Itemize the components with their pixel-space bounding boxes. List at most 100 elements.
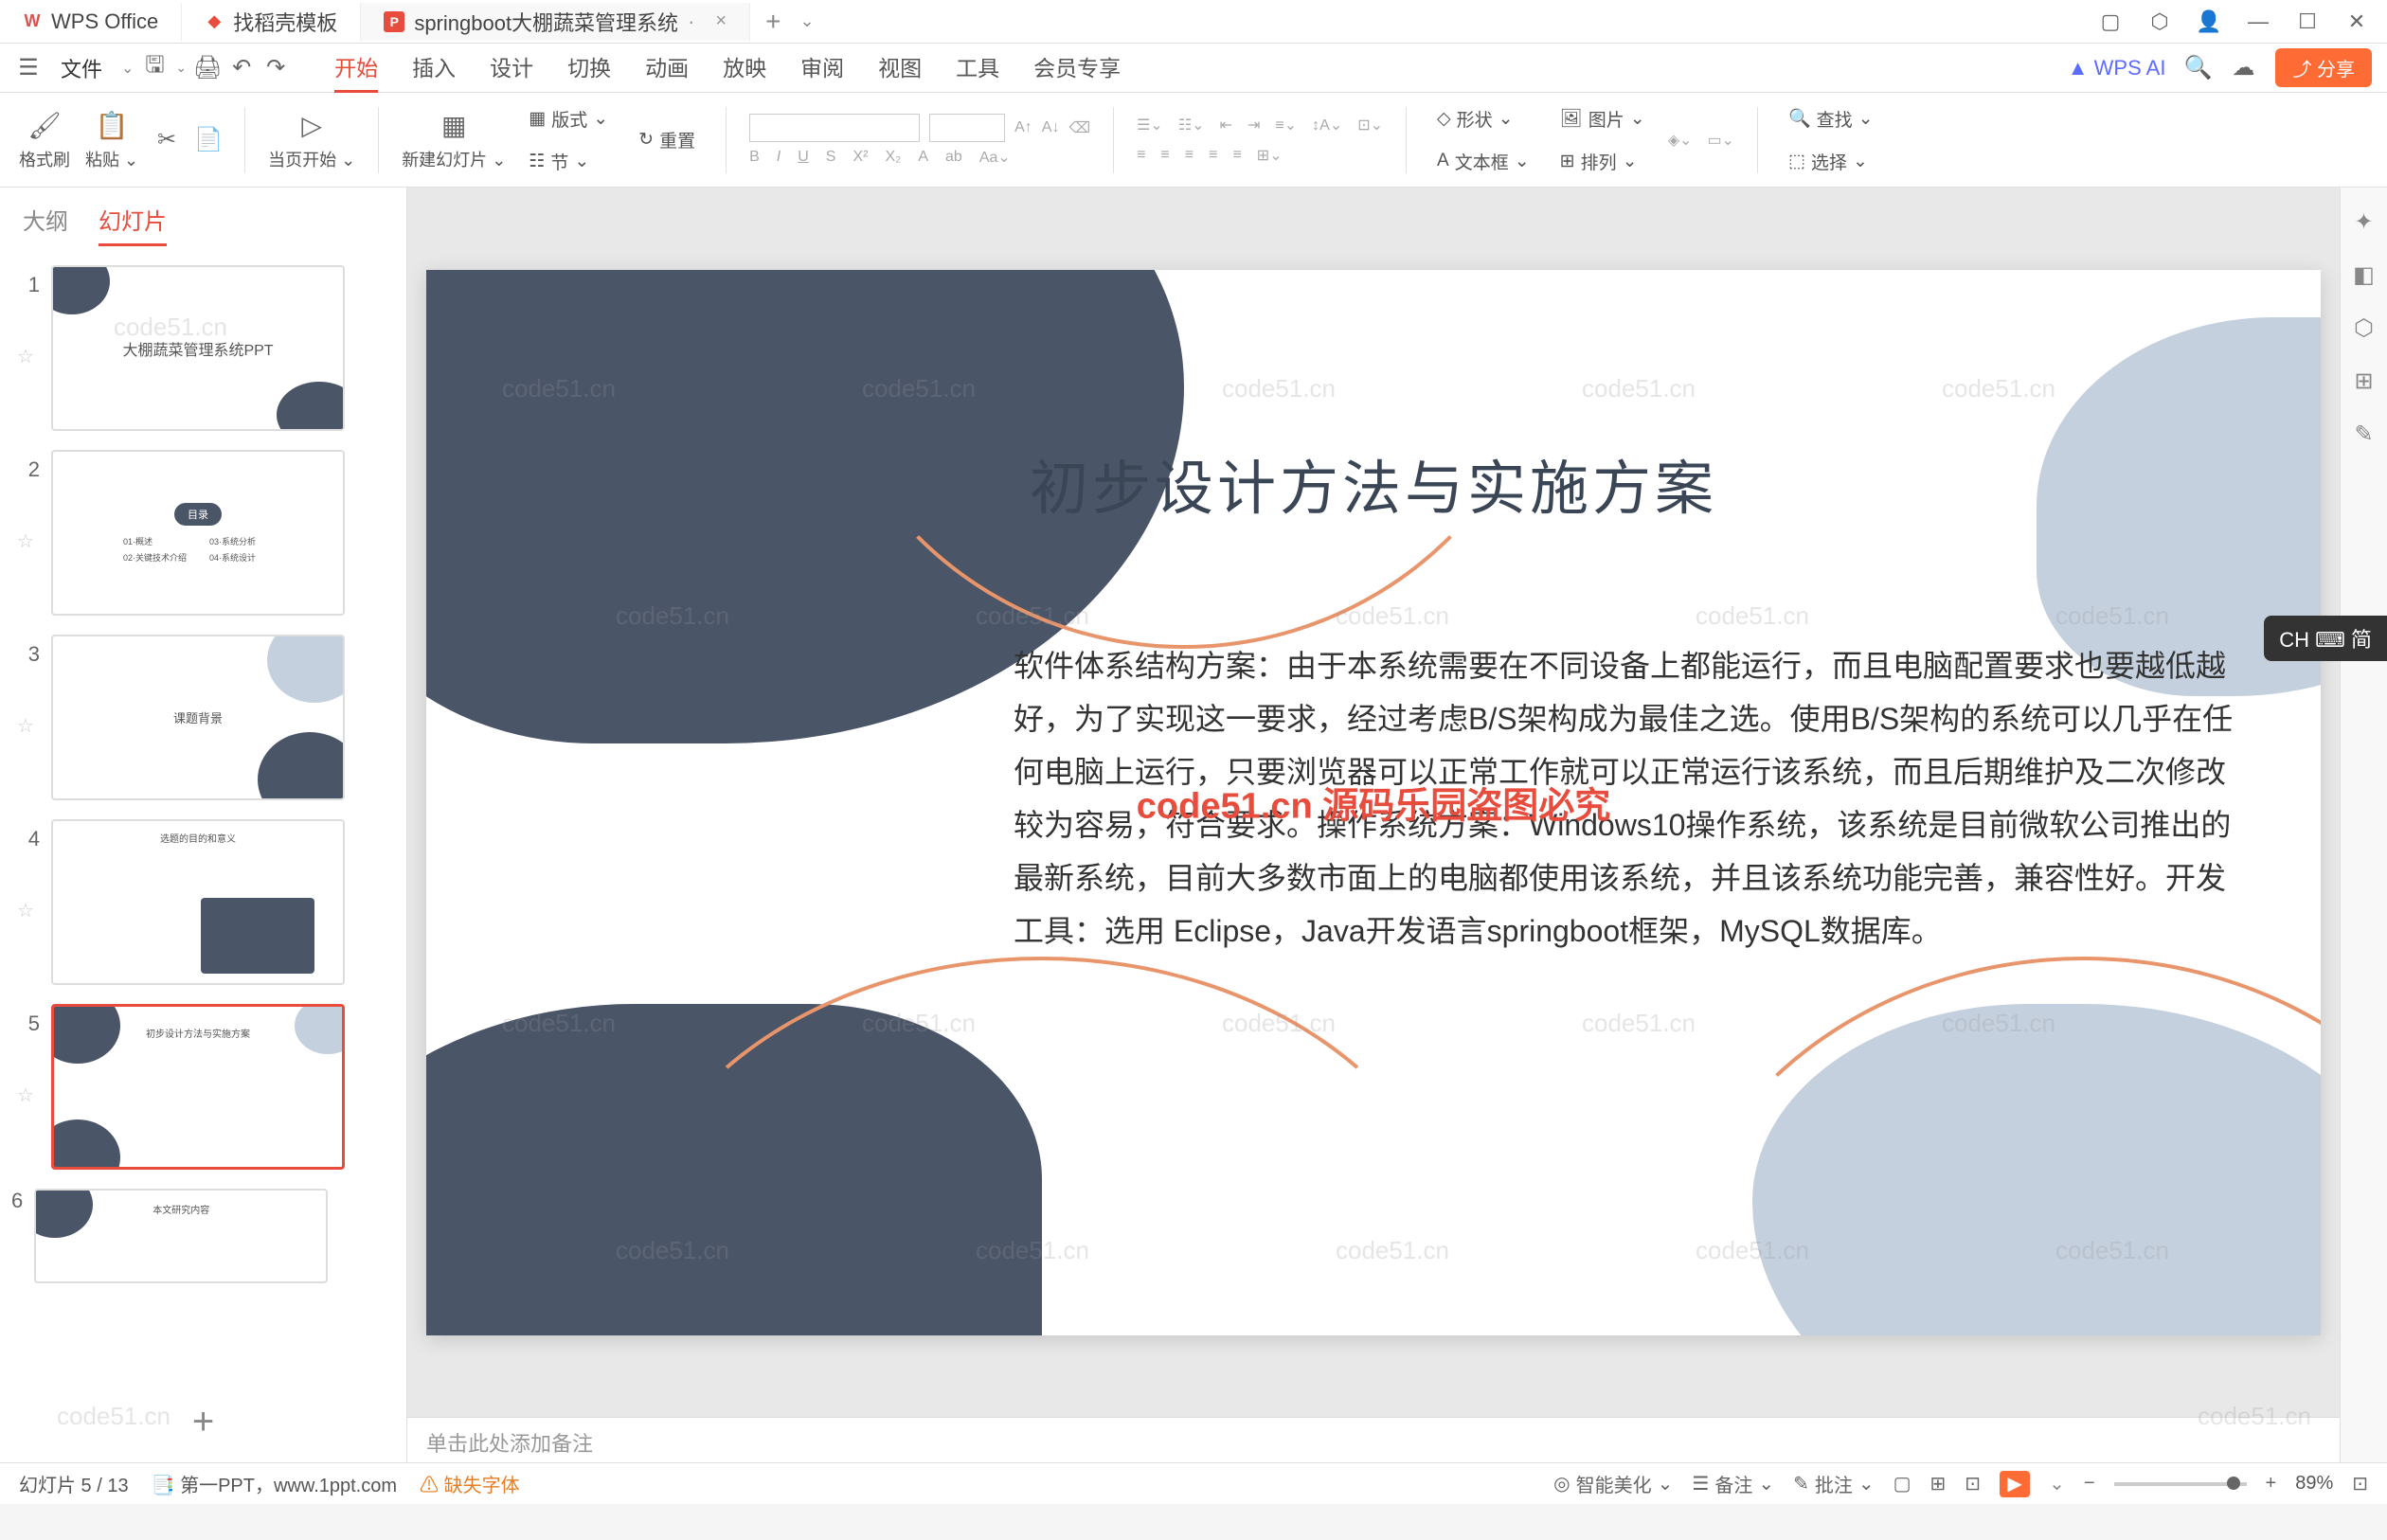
minimize-icon[interactable]: — [2247, 10, 2270, 33]
find-button[interactable]: 🔍 查找 ⌄ [1781, 102, 1881, 135]
current-start-button[interactable]: ▷ 当页开始 ⌄ [268, 109, 355, 171]
tool-style-icon[interactable]: ◧ [2349, 260, 2379, 290]
tab-slideshow[interactable]: 放映 [723, 43, 766, 93]
tab-start[interactable]: 开始 [334, 43, 378, 93]
align-left-icon[interactable]: ≡ [1137, 147, 1145, 164]
slideshow-dropdown[interactable]: ⌄ [2049, 1472, 2065, 1495]
slide-body-text[interactable]: 软件体系结构方案：由于本系统需要在不同设备上都能运行，而且电脑配置要求也要越低越… [1014, 639, 2245, 958]
menu-icon[interactable]: ☰ [15, 55, 42, 81]
bullets-icon[interactable]: ☰⌄ [1137, 116, 1163, 134]
numbering-icon[interactable]: ☷⌄ [1178, 116, 1205, 134]
increase-font-icon[interactable]: A↑ [1014, 119, 1032, 136]
thumbnail-2[interactable]: 目录01·概述03·系统分析02·关键技术介绍04·系统设计 [51, 450, 345, 616]
close-icon[interactable]: × [715, 10, 727, 32]
align-center-icon[interactable]: ≡ [1160, 147, 1169, 164]
align-right-icon[interactable]: ≡ [1185, 147, 1194, 164]
slide-canvas[interactable]: 初步设计方法与实施方案 软件体系结构方案：由于本系统需要在不同设备上都能运行，而… [426, 270, 2321, 1335]
tab-view[interactable]: 视图 [878, 43, 922, 93]
normal-view-icon[interactable]: ▢ [1893, 1472, 1911, 1495]
slideshow-button[interactable]: ▶ [2000, 1471, 2030, 1497]
align-justify-icon[interactable]: ≡ [1209, 147, 1217, 164]
underline-icon[interactable]: U [798, 149, 809, 166]
tab-insert[interactable]: 插入 [412, 43, 456, 93]
decrease-indent-icon[interactable]: ⇤ [1220, 116, 1232, 134]
zoom-slider[interactable] [2114, 1482, 2247, 1486]
star-icon[interactable]: ☆ [17, 1083, 34, 1107]
distribute-icon[interactable]: ≡ [1232, 147, 1241, 164]
tool-layout-icon[interactable]: ✎ [2349, 419, 2379, 449]
font-size-select[interactable] [929, 114, 1005, 142]
subscript-icon[interactable]: X₂ [885, 149, 901, 166]
star-icon[interactable]: ☆ [17, 714, 34, 738]
star-icon[interactable]: ☆ [17, 529, 34, 553]
font-select[interactable] [749, 114, 920, 142]
textbox-button[interactable]: A 文本框 ⌄ [1429, 145, 1537, 178]
shape-outline-icon[interactable]: ▭⌄ [1707, 131, 1734, 150]
notes-pane[interactable]: 单击此处添加备注 [407, 1417, 2340, 1462]
columns-icon[interactable]: ⊞⌄ [1257, 146, 1283, 165]
tab-wps-office[interactable]: W WPS Office [0, 3, 182, 41]
cube-icon[interactable]: ⬡ [2148, 10, 2171, 33]
highlight-icon[interactable]: ab [945, 149, 962, 166]
missing-font-warning[interactable]: ⚠ 缺失字体 [420, 1470, 520, 1497]
thumbnail-3[interactable]: 课题背景 [51, 635, 345, 800]
tab-transition[interactable]: 切换 [567, 43, 611, 93]
print-icon[interactable]: 🖨 [194, 55, 221, 81]
reading-view-icon[interactable]: ⊡ [1965, 1472, 1981, 1495]
save-icon[interactable]: 🖫 [141, 55, 168, 81]
slides-tab[interactable]: 幻灯片 [99, 203, 167, 246]
cut-icon[interactable]: ✂ [153, 127, 180, 153]
change-case-icon[interactable]: Aa⌄ [979, 148, 1011, 167]
line-spacing-icon[interactable]: ≡⌄ [1275, 116, 1297, 134]
select-button[interactable]: ⬚ 选择 ⌄ [1781, 145, 1881, 178]
zoom-in-icon[interactable]: + [2266, 1473, 2277, 1495]
tab-member[interactable]: 会员专享 [1033, 43, 1121, 93]
thumbnail-6[interactable]: 本文研究内容 [34, 1189, 328, 1283]
notes-toggle[interactable]: ☰ 备注 ⌄ [1692, 1470, 1774, 1497]
shape-button[interactable]: ◇ 形状 ⌄ [1429, 102, 1537, 135]
wps-ai-button[interactable]: ▲ WPS AI [2068, 56, 2166, 81]
reset-button[interactable]: ↻ 重置 [631, 123, 703, 156]
decrease-font-icon[interactable]: A↓ [1042, 119, 1060, 136]
tool-material-icon[interactable]: ⬡ [2349, 313, 2379, 343]
save-dropdown[interactable]: ⌄ [175, 60, 187, 76]
tab-document[interactable]: P springboot大棚蔬菜管理系统 · × [361, 3, 750, 41]
beautify-button[interactable]: ◎ 智能美化 ⌄ [1553, 1470, 1673, 1497]
new-slide-button[interactable]: ▦ 新建幻灯片 ⌄ [402, 109, 506, 171]
redo-icon[interactable]: ↷ [262, 55, 289, 81]
strike-icon[interactable]: S [826, 149, 836, 166]
window-layout-icon[interactable]: ▢ [2099, 10, 2122, 33]
file-menu[interactable]: 文件 [49, 53, 114, 83]
section-button[interactable]: ☷ 节 ⌄ [521, 145, 616, 178]
zoom-level[interactable]: 89% [2295, 1473, 2333, 1495]
undo-icon[interactable]: ↶ [228, 55, 255, 81]
shape-fill-icon[interactable]: ◈⌄ [1668, 131, 1693, 150]
align-text-icon[interactable]: ⊡⌄ [1357, 116, 1383, 134]
arrange-button[interactable]: ⊞ 排列 ⌄ [1552, 145, 1653, 178]
outline-tab[interactable]: 大纲 [23, 203, 68, 246]
tab-template[interactable]: ◆ 找稻壳模板 [182, 3, 361, 41]
picture-button[interactable]: 🖼 图片 ⌄ [1552, 102, 1653, 135]
tool-animation-icon[interactable]: ⊞ [2349, 366, 2379, 396]
sorter-view-icon[interactable]: ⊞ [1930, 1472, 1947, 1495]
zoom-out-icon[interactable]: − [2084, 1473, 2095, 1495]
share-button[interactable]: ⤴ 分享 [2275, 48, 2372, 87]
paste-button[interactable]: 📋 粘贴 ⌄ [85, 109, 138, 171]
clear-format-icon[interactable]: ⌫ [1068, 118, 1090, 137]
close-window-icon[interactable]: ✕ [2345, 10, 2368, 33]
copy-icon[interactable]: 📄 [195, 127, 222, 153]
increase-indent-icon[interactable]: ⇥ [1247, 116, 1260, 134]
bold-icon[interactable]: B [749, 149, 760, 166]
format-brush-button[interactable]: 🖌 格式刷 [19, 109, 70, 171]
review-toggle[interactable]: ✎ 批注 ⌄ [1793, 1470, 1875, 1497]
superscript-icon[interactable]: X² [852, 149, 868, 166]
tab-dropdown[interactable]: ⌄ [799, 11, 814, 31]
slide-title[interactable]: 初步设计方法与实施方案 [1030, 440, 1717, 526]
tool-ai-icon[interactable]: ✦ [2349, 206, 2379, 237]
tab-design[interactable]: 设计 [490, 43, 533, 93]
layout-button[interactable]: ▦ 版式 ⌄ [521, 102, 616, 135]
tab-animation[interactable]: 动画 [645, 43, 689, 93]
tab-tools[interactable]: 工具 [956, 43, 999, 93]
italic-icon[interactable]: I [777, 149, 781, 166]
add-slide-button[interactable]: + [0, 1382, 406, 1462]
